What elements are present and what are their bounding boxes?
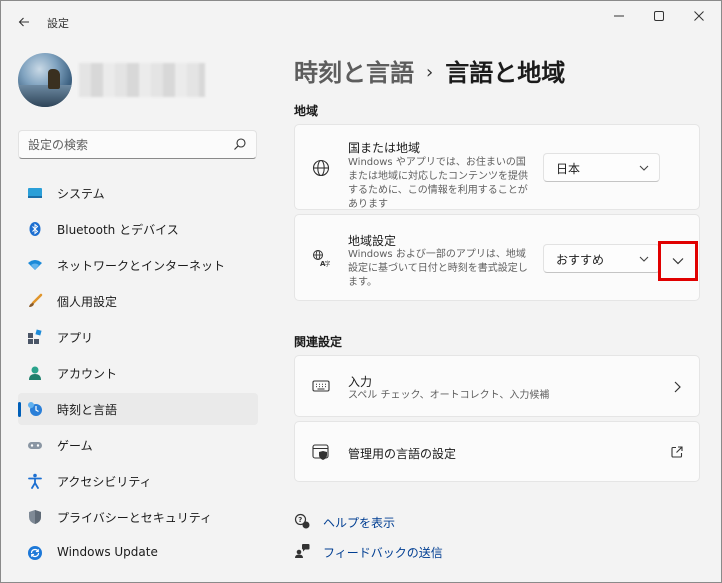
sidebar-item-time-language[interactable]: 時刻と言語 <box>18 393 258 425</box>
country-region-title: 国または地域 <box>348 141 421 155</box>
admin-language-title: 管理用の言語の設定 <box>348 447 457 461</box>
sidebar-item-label: アクセシビリティ <box>57 475 152 489</box>
regional-format-card: A 字 地域設定 Windows および一部のアプリは、地域設定に基づいて日付と… <box>294 214 700 301</box>
sidebar-item-label: アカウント <box>57 367 118 381</box>
chevron-down-icon <box>672 258 684 265</box>
section-title-related: 関連設定 <box>294 335 343 349</box>
country-region-card: 国または地域 Windows やアプリでは、お住まいの国または地域に対応したコン… <box>294 124 700 210</box>
sidebar-item-label: Bluetooth とデバイス <box>57 223 179 237</box>
expand-regional-format-button[interactable] <box>658 241 698 281</box>
personalization-brush-icon <box>29 293 43 307</box>
system-icon <box>28 188 42 198</box>
breadcrumb-parent[interactable]: 時刻と言語 <box>294 59 414 87</box>
sidebar-item-label: アプリ <box>57 331 94 345</box>
breadcrumb: 時刻と言語 › 言語と地域 <box>294 53 565 87</box>
back-arrow-icon <box>18 17 29 27</box>
sidebar-item-gaming[interactable]: ゲーム <box>18 429 258 461</box>
external-link-icon <box>671 446 683 458</box>
sidebar-item-accessibility[interactable]: アクセシビリティ <box>18 465 258 497</box>
minimize-button[interactable] <box>599 5 639 29</box>
sidebar-item-label: Windows Update <box>57 545 158 559</box>
accessibility-icon <box>28 473 42 489</box>
typing-description: スペル チェック、オートコレクト、入力候補 <box>348 390 550 401</box>
back-button[interactable] <box>13 11 35 33</box>
windows-update-icon <box>28 546 42 560</box>
close-icon <box>694 11 704 21</box>
sidebar-nav: システム Bluetooth とデバイス ネットワークとインターネット 個人用設… <box>18 177 258 573</box>
title-bar: 設定 <box>1 1 721 41</box>
account-icon <box>29 366 41 380</box>
svg-text:?: ? <box>298 516 302 524</box>
chevron-right-icon <box>674 381 681 393</box>
globe-icon <box>312 159 330 177</box>
regional-format-title: 地域設定 <box>348 234 397 248</box>
bluetooth-icon <box>29 222 41 236</box>
minimize-icon <box>614 15 624 17</box>
time-language-icon <box>28 402 42 416</box>
help-icon: ? <box>294 513 310 529</box>
page-title: 言語と地域 <box>445 59 566 87</box>
admin-shield-window-icon <box>312 444 329 460</box>
shield-icon <box>29 510 41 524</box>
user-name-redacted <box>79 63 205 97</box>
chevron-down-icon <box>639 256 649 262</box>
sidebar-item-windows-update[interactable]: Windows Update <box>18 537 258 569</box>
typing-title: 入力 <box>348 375 373 389</box>
help-link[interactable]: ヘルプを表示 <box>323 514 395 531</box>
breadcrumb-separator: › <box>426 62 434 83</box>
sidebar-item-network[interactable]: ネットワークとインターネット <box>18 249 258 281</box>
apps-icon <box>28 329 42 344</box>
regional-format-value: おすすめ <box>556 253 605 267</box>
settings-window: 設定 システム <box>0 0 722 583</box>
maximize-button[interactable] <box>639 5 679 29</box>
country-region-value: 日本 <box>556 162 581 176</box>
sidebar-item-label: 時刻と言語 <box>57 403 118 417</box>
typing-settings-card[interactable]: 入力 スペル チェック、オートコレクト、入力候補 <box>294 355 700 417</box>
country-region-dropdown[interactable]: 日本 <box>543 153 660 182</box>
country-region-description: Windows やアプリでは、お住まいの国または地域に対応したコンテンツを提供す… <box>348 157 528 210</box>
app-title: 設定 <box>47 17 69 30</box>
sidebar-item-bluetooth[interactable]: Bluetooth とデバイス <box>18 213 258 245</box>
sidebar-item-label: ゲーム <box>57 439 93 453</box>
regional-format-dropdown[interactable]: おすすめ <box>543 244 660 273</box>
sidebar-item-label: 個人用設定 <box>57 295 118 309</box>
maximize-icon <box>654 11 664 21</box>
section-title-region: 地域 <box>294 104 319 118</box>
gaming-icon <box>28 442 42 449</box>
search-icon[interactable] <box>233 137 247 151</box>
sidebar-item-apps[interactable]: アプリ <box>18 321 258 353</box>
sidebar-item-label: システム <box>57 187 105 201</box>
search-input[interactable] <box>28 136 228 154</box>
sidebar-item-label: プライバシーとセキュリティ <box>57 511 213 525</box>
svg-text:字: 字 <box>325 260 331 267</box>
avatar[interactable] <box>18 53 72 107</box>
feedback-link[interactable]: フィードバックの送信 <box>323 544 443 561</box>
sidebar-item-personalization[interactable]: 個人用設定 <box>18 285 258 317</box>
close-button[interactable] <box>679 5 719 29</box>
sidebar-item-system[interactable]: システム <box>18 177 258 209</box>
chevron-down-icon <box>639 165 649 171</box>
search-box[interactable] <box>18 130 257 159</box>
network-icon <box>28 260 42 270</box>
feedback-icon <box>295 544 310 558</box>
admin-language-card[interactable]: 管理用の言語の設定 <box>294 421 700 482</box>
sidebar-item-label: ネットワークとインターネット <box>57 259 226 273</box>
regional-format-icon: A 字 <box>313 250 331 267</box>
sidebar-item-accounts[interactable]: アカウント <box>18 357 258 389</box>
sidebar-item-privacy[interactable]: プライバシーとセキュリティ <box>18 501 258 533</box>
regional-format-description: Windows および一部のアプリは、地域設定に基づいて日付と時刻を書式設定しま… <box>348 249 528 288</box>
keyboard-icon <box>312 380 330 392</box>
